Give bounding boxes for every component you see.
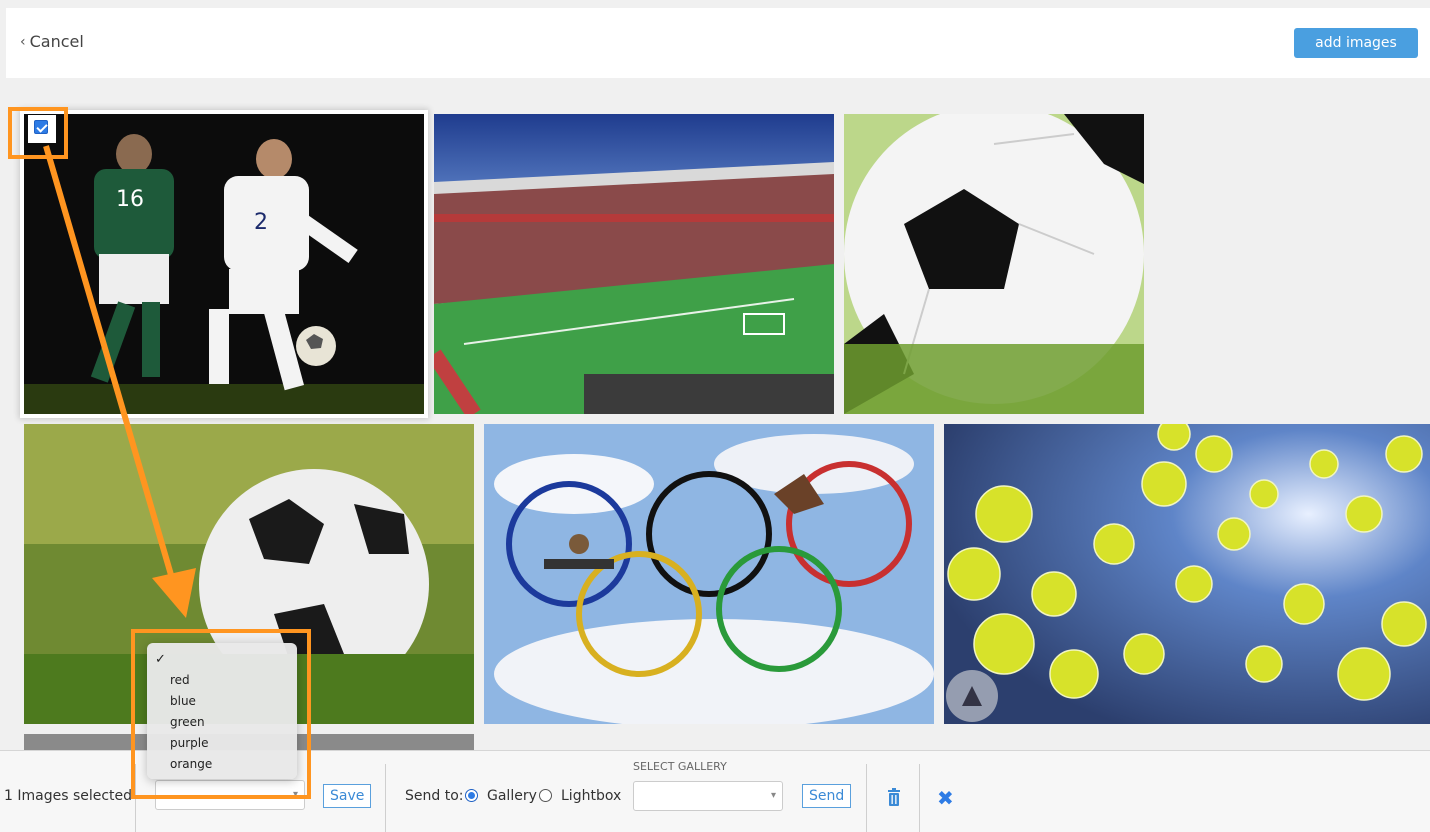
image-tile-football-players[interactable]: 16 2 — [24, 114, 424, 414]
image-tile-soccer-ball-closeup[interactable] — [844, 114, 1144, 414]
trash-icon[interactable] — [886, 788, 902, 806]
cancel-label: Cancel — [29, 32, 84, 51]
svg-text:2: 2 — [254, 210, 268, 235]
save-button[interactable]: Save — [323, 784, 372, 808]
select-gallery-caption: SELECT GALLERY — [633, 760, 727, 773]
chevron-down-icon: ▾ — [770, 790, 776, 801]
send-to-label: Send to: — [405, 788, 464, 804]
divider — [385, 764, 386, 832]
dropdown-option-blue[interactable]: blue — [147, 691, 297, 712]
radio-gallery-label[interactable]: Gallery — [487, 788, 537, 804]
selection-count: 1 Images selected — [4, 788, 133, 804]
top-bar: ‹ Cancel add images — [6, 8, 1430, 78]
gallery-select[interactable]: ▾ — [633, 781, 783, 811]
radio-lightbox-label[interactable]: Lightbox — [561, 788, 621, 804]
color-tag-select[interactable]: ▾ — [155, 780, 305, 810]
radio-gallery[interactable] — [465, 789, 478, 802]
chevron-down-icon: ▾ — [292, 789, 298, 800]
image-select-checkbox[interactable] — [34, 120, 48, 134]
radio-lightbox[interactable] — [539, 789, 552, 802]
divider — [866, 764, 867, 832]
image-tile-tennis-balls[interactable] — [944, 424, 1430, 724]
add-images-button[interactable]: add images — [1294, 28, 1418, 58]
chevron-left-icon: ‹ — [20, 33, 26, 50]
image-tile-olympic-rings[interactable] — [484, 424, 934, 724]
dropdown-option-red[interactable]: red — [147, 670, 297, 691]
dropdown-option-purple[interactable]: purple — [147, 733, 297, 754]
dropdown-option-green[interactable]: green — [147, 712, 297, 733]
dropdown-option-none[interactable] — [147, 649, 297, 670]
color-dropdown-menu: red blue green purple orange — [147, 643, 297, 779]
image-tile-stadium[interactable] — [434, 114, 834, 414]
cancel-button[interactable]: ‹ Cancel — [20, 32, 84, 51]
dropdown-option-orange[interactable]: orange — [147, 754, 297, 775]
svg-text:16: 16 — [116, 187, 144, 212]
divider — [135, 764, 136, 832]
divider — [919, 764, 920, 832]
send-button[interactable]: Send — [802, 784, 852, 808]
close-x-icon[interactable]: ✖ — [937, 786, 954, 810]
